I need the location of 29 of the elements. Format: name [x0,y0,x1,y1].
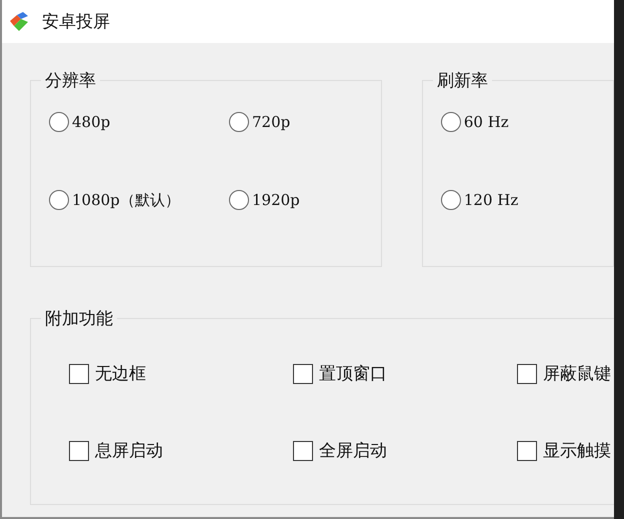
group-label: 附加功能 [44,308,114,330]
checkbox[interactable] [517,364,537,384]
radio-button[interactable] [49,112,69,132]
checkbox-option[interactable]: 屏蔽鼠键 [517,362,614,385]
checkbox-option[interactable]: 息屏启动 [69,439,293,462]
window-title: 安卓投屏 [42,11,110,33]
checkbox[interactable] [69,364,89,384]
radio-button[interactable] [49,190,69,210]
checkbox[interactable] [293,440,313,460]
radio-button[interactable] [440,112,461,132]
checkbox[interactable] [69,440,89,460]
radio-option[interactable]: 1080p（默认） [49,190,229,210]
checkbox-option[interactable]: 全屏启动 [293,439,517,462]
radio-option[interactable]: 120 Hz [440,190,613,210]
checkbox-option[interactable]: 显示触摸 [517,439,614,462]
checkbox-option[interactable]: 置顶窗口 [293,362,517,385]
radio-option[interactable]: 60 Hz [440,112,613,132]
checkbox-option[interactable]: 无边框 [69,362,293,385]
radio-option[interactable]: 480p [49,112,229,132]
radio-button[interactable] [229,190,249,210]
radio-button[interactable] [229,112,249,132]
checkbox[interactable] [517,440,537,460]
checkbox[interactable] [293,364,313,384]
radio-button[interactable] [440,190,461,210]
group-label: 分辨率 [44,70,97,92]
app-icon [8,12,30,32]
radio-option[interactable]: 1920p [229,190,381,210]
group-label: 刷新率 [436,70,489,92]
radio-option[interactable]: 720p [229,112,381,132]
